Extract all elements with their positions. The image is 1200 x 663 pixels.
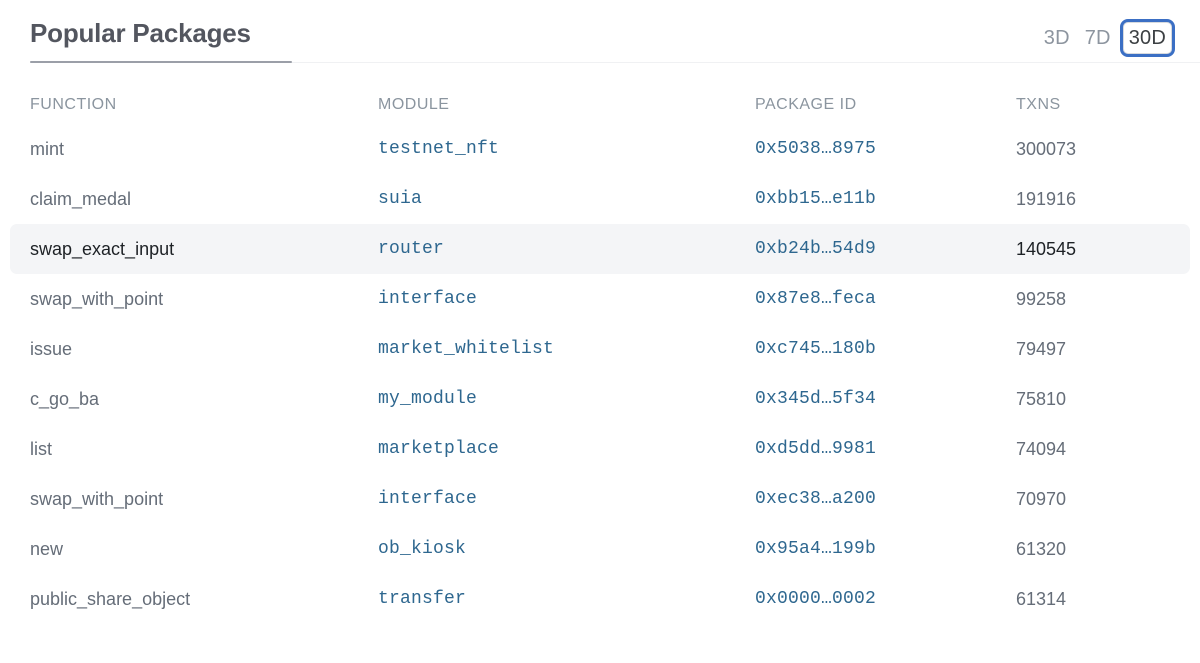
table-row-highlighted[interactable]: swap_exact_input router 0xb24b…54d9 1405… (10, 224, 1190, 274)
page-title: Popular Packages (30, 17, 251, 49)
cell-function: swap_exact_input (30, 239, 378, 260)
cell-package-id-link[interactable]: 0x0000…0002 (755, 589, 1016, 609)
cell-function: list (30, 439, 378, 460)
header-active-underline (30, 61, 292, 63)
cell-package-id-link[interactable]: 0xc745…180b (755, 339, 1016, 359)
cell-txns: 74094 (1016, 439, 1190, 460)
cell-module-link[interactable]: ob_kiosk (378, 539, 755, 559)
range-button-30d[interactable]: 30D (1123, 22, 1172, 54)
cell-txns: 99258 (1016, 289, 1190, 310)
cell-package-id-link[interactable]: 0xec38…a200 (755, 489, 1016, 509)
cell-function: mint (30, 139, 378, 160)
cell-package-id-link[interactable]: 0x345d…5f34 (755, 389, 1016, 409)
column-header-module: MODULE (378, 96, 755, 114)
card-header: Popular Packages 3D 7D 30D (0, 0, 1200, 76)
cell-txns: 191916 (1016, 189, 1190, 210)
cell-function: public_share_object (30, 589, 378, 610)
cell-txns: 70970 (1016, 489, 1190, 510)
cell-module-link[interactable]: testnet_nft (378, 139, 755, 159)
table-row[interactable]: public_share_object transfer 0x0000…0002… (10, 574, 1190, 624)
cell-module-link[interactable]: interface (378, 489, 755, 509)
table-row[interactable]: mint testnet_nft 0x5038…8975 300073 (10, 124, 1190, 174)
table-row[interactable]: c_go_ba my_module 0x345d…5f34 75810 (10, 374, 1190, 424)
popular-packages-table: FUNCTION MODULE PACKAGE ID TXNS mint tes… (0, 76, 1200, 624)
table-row[interactable]: issue market_whitelist 0xc745…180b 79497 (10, 324, 1190, 374)
cell-txns: 140545 (1016, 239, 1190, 260)
cell-module-link[interactable]: my_module (378, 389, 755, 409)
title-wrap: Popular Packages (30, 0, 251, 49)
cell-txns: 79497 (1016, 339, 1190, 360)
cell-function: swap_with_point (30, 289, 378, 310)
popular-packages-card: Popular Packages 3D 7D 30D FUNCTION MODU… (0, 0, 1200, 663)
cell-function: c_go_ba (30, 389, 378, 410)
cell-module-link[interactable]: suia (378, 189, 755, 209)
table-row[interactable]: new ob_kiosk 0x95a4…199b 61320 (10, 524, 1190, 574)
cell-module-link[interactable]: marketplace (378, 439, 755, 459)
cell-function: swap_with_point (30, 489, 378, 510)
column-header-package-id: PACKAGE ID (755, 96, 1016, 114)
cell-txns: 75810 (1016, 389, 1190, 410)
cell-module-link[interactable]: interface (378, 289, 755, 309)
cell-package-id-link[interactable]: 0x87e8…feca (755, 289, 1016, 309)
cell-txns: 61314 (1016, 589, 1190, 610)
range-button-3d[interactable]: 3D (1041, 23, 1073, 53)
cell-function: claim_medal (30, 189, 378, 210)
table-row[interactable]: swap_with_point interface 0x87e8…feca 99… (10, 274, 1190, 324)
cell-package-id-link[interactable]: 0xbb15…e11b (755, 189, 1016, 209)
table-header-row: FUNCTION MODULE PACKAGE ID TXNS (10, 76, 1190, 124)
cell-function: new (30, 539, 378, 560)
cell-module-link[interactable]: router (378, 239, 755, 259)
cell-function: issue (30, 339, 378, 360)
cell-txns: 300073 (1016, 139, 1190, 160)
cell-module-link[interactable]: transfer (378, 589, 755, 609)
time-range-selector: 3D 7D 30D (1041, 22, 1172, 54)
cell-package-id-link[interactable]: 0x5038…8975 (755, 139, 1016, 159)
table-row[interactable]: list marketplace 0xd5dd…9981 74094 (10, 424, 1190, 474)
column-header-function: FUNCTION (30, 96, 378, 114)
table-row[interactable]: swap_with_point interface 0xec38…a200 70… (10, 474, 1190, 524)
cell-package-id-link[interactable]: 0x95a4…199b (755, 539, 1016, 559)
table-row[interactable]: claim_medal suia 0xbb15…e11b 191916 (10, 174, 1190, 224)
column-header-txns: TXNS (1016, 96, 1190, 114)
cell-module-link[interactable]: market_whitelist (378, 339, 755, 359)
cell-package-id-link[interactable]: 0xb24b…54d9 (755, 239, 1016, 259)
range-button-7d[interactable]: 7D (1082, 23, 1114, 53)
cell-txns: 61320 (1016, 539, 1190, 560)
cell-package-id-link[interactable]: 0xd5dd…9981 (755, 439, 1016, 459)
